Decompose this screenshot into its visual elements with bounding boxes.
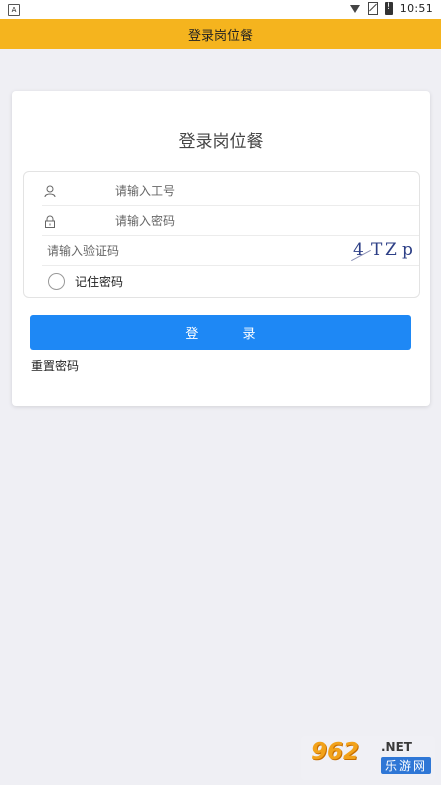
login-card: 登录岗位餐 请输入工号 请输入密码 请输入验证码 4 T Z p 记住密码 登 … [12,91,430,406]
battery-icon [384,2,393,15]
captcha-char: Z [385,240,397,260]
remember-password-row: 记住密码 [24,266,419,296]
captcha-char: p [402,240,413,260]
watermark-962: 962 [311,739,360,765]
remember-password-label[interactable]: 记住密码 [75,273,123,290]
login-form: 请输入工号 请输入密码 请输入验证码 4 T Z p 记住密码 [23,171,420,298]
app-bar: 登录岗位餐 [0,19,441,49]
login-button[interactable]: 登 录 [30,315,411,350]
employee-id-placeholder: 请输入工号 [115,184,176,198]
captcha-char: T [371,240,383,260]
password-placeholder: 请输入密码 [115,214,176,228]
no-sim-icon [367,2,378,15]
status-icons: 10:51 [349,2,433,15]
captcha-field[interactable]: 请输入验证码 4 T Z p [24,236,419,266]
captcha-image[interactable]: 4 T Z p [347,237,413,265]
login-title: 登录岗位餐 [178,132,264,152]
app-bar-title: 登录岗位餐 [187,28,253,44]
remember-password-radio[interactable] [48,273,65,290]
wifi-icon [349,4,361,14]
lock-icon [45,215,55,228]
user-icon [44,185,56,198]
reset-password-link[interactable]: 重置密码 [31,357,79,374]
notification-app-icon: A [8,4,20,16]
watermark-net: .NET [381,740,412,754]
watermark-name: 乐游网 [381,757,432,774]
password-field[interactable]: 请输入密码 [24,206,419,236]
watermark-logo: 962 .NET 乐游网 [301,736,435,780]
status-time: 10:51 [399,2,433,15]
captcha-placeholder: 请输入验证码 [47,244,120,258]
employee-id-field[interactable]: 请输入工号 [24,176,419,206]
status-bar: A 10:51 [0,0,441,19]
